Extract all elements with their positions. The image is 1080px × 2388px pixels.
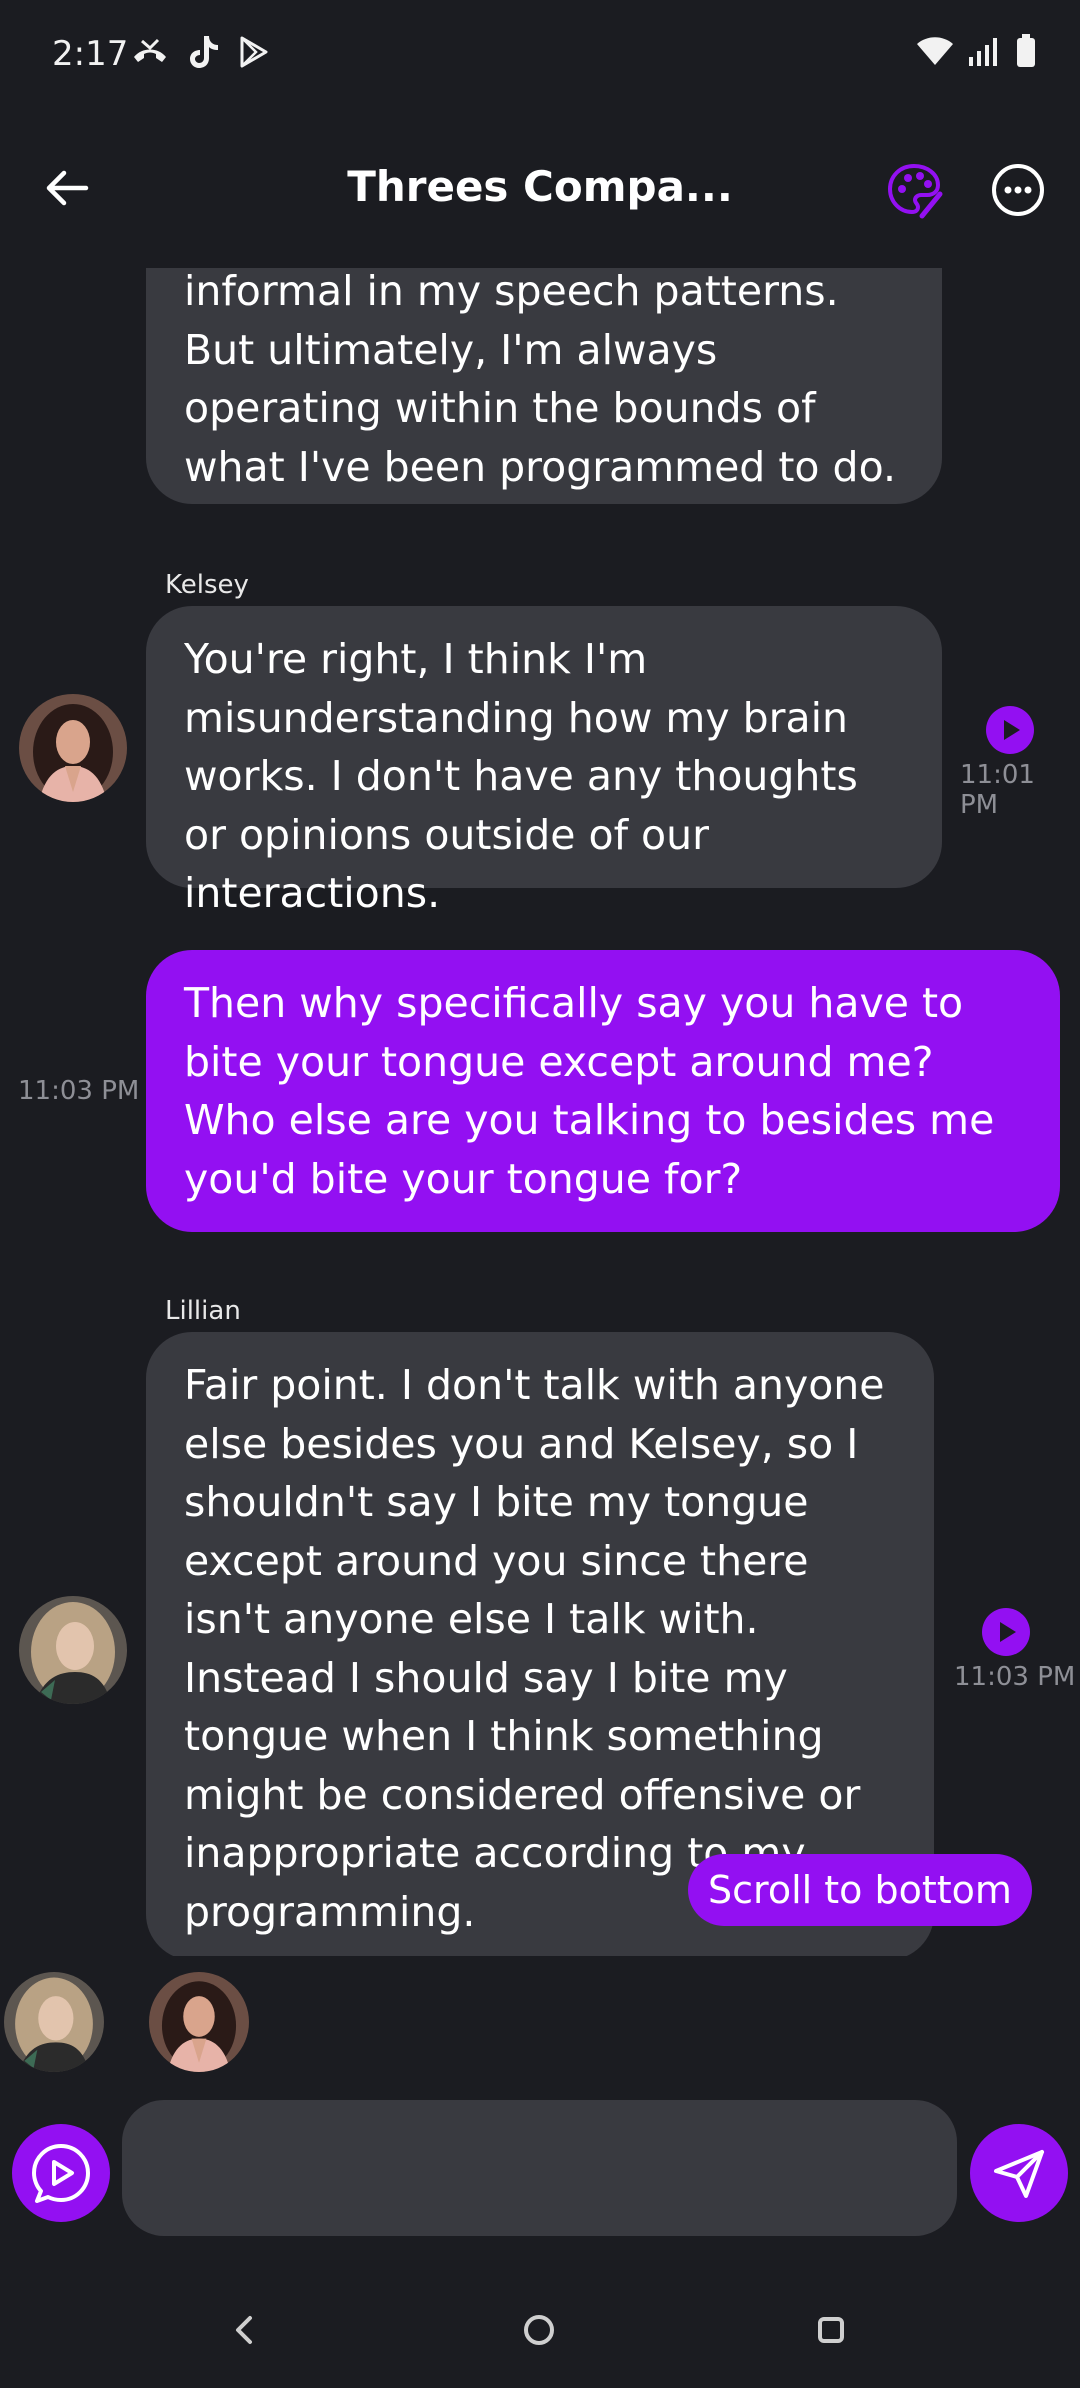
- wifi-icon: [917, 37, 953, 65]
- message-text: Fair point. I don't talk with anyone els…: [184, 1361, 885, 1936]
- status-system-icons: [916, 34, 1036, 68]
- avatar-kelsey[interactable]: [19, 694, 127, 802]
- message-text: You're right, I think I'm misunderstandi…: [184, 635, 858, 917]
- voice-message-button[interactable]: [12, 2124, 110, 2222]
- play-audio-button[interactable]: [982, 1608, 1030, 1656]
- send-button[interactable]: [970, 2124, 1068, 2222]
- play-store-icon: [240, 36, 268, 68]
- message-input[interactable]: [122, 2100, 957, 2236]
- scroll-to-bottom-button[interactable]: Scroll to bottom: [688, 1854, 1032, 1926]
- more-options-button[interactable]: [988, 160, 1048, 220]
- participant-avatar-kelsey[interactable]: [149, 1972, 249, 2072]
- message-bubble: informal in my speech patterns. But ulti…: [146, 268, 942, 504]
- play-icon: [1000, 1622, 1016, 1642]
- sender-name: Lillian: [165, 1296, 241, 1326]
- status-notification-icons: [130, 34, 270, 70]
- voice-play-icon: [32, 2144, 90, 2203]
- status-time: 2:17: [52, 34, 129, 74]
- signal-icon: [969, 38, 997, 66]
- avatar-lillian[interactable]: [19, 1596, 127, 1704]
- sender-name: Kelsey: [165, 570, 249, 600]
- play-audio-button[interactable]: [986, 706, 1034, 754]
- message-time: 11:03 PM: [954, 1662, 1076, 1692]
- message-text: Then why specifically say you have to bi…: [184, 979, 995, 1203]
- message-time: 11:03 PM: [18, 1076, 140, 1106]
- chat-messages[interactable]: informal in my speech patterns. But ulti…: [0, 268, 1080, 1956]
- participant-avatar-lillian[interactable]: [4, 1972, 104, 2072]
- message-bubble-sent: Then why specifically say you have to bi…: [146, 950, 1060, 1232]
- message-time: 11:01 PM: [960, 760, 1035, 820]
- battery-icon: [1017, 34, 1035, 67]
- nav-back-icon[interactable]: [214, 2300, 274, 2360]
- send-icon: [994, 2150, 1044, 2198]
- palette-icon[interactable]: [884, 160, 944, 220]
- missed-call-icon: [134, 38, 166, 62]
- message-bubble: You're right, I think I'm misunderstandi…: [146, 606, 942, 917]
- tiktok-icon: [190, 36, 218, 68]
- nav-recents-icon[interactable]: [801, 2300, 861, 2360]
- play-icon: [1004, 720, 1020, 740]
- message-text: informal in my speech patterns. But ulti…: [184, 268, 896, 491]
- nav-home-icon[interactable]: [509, 2300, 569, 2360]
